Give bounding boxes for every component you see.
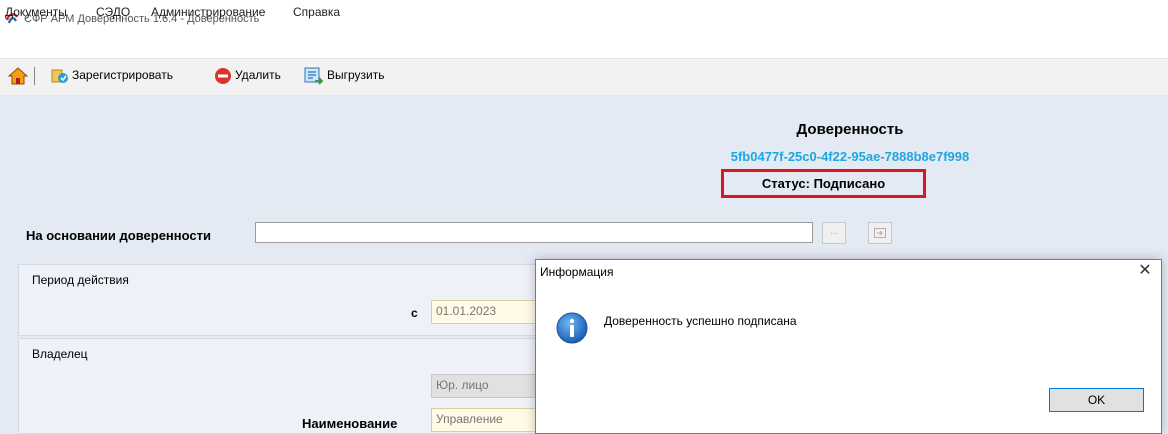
document-title: Доверенность [796, 121, 904, 138]
delete-button[interactable]: Удалить [235, 68, 281, 82]
dialog-ok-button[interactable]: OK [1049, 388, 1144, 412]
date-from-label: с [411, 306, 418, 320]
basis-input[interactable] [255, 222, 813, 243]
dialog-message: Доверенность успешно подписана [604, 314, 797, 328]
delete-icon[interactable] [214, 67, 232, 85]
owner-header: Владелец [32, 347, 88, 361]
basis-open-button[interactable] [868, 222, 892, 244]
status-label: Статус: Подписано [761, 176, 886, 191]
info-icon [556, 312, 588, 344]
toolbar-separator [34, 67, 35, 85]
open-icon [874, 228, 886, 238]
menu-sedo[interactable]: СЭДО [96, 5, 130, 19]
document-guid: 5fb0477f-25c0-4f22-95ae-7888b8e7f998 [730, 149, 970, 164]
dialog-close-icon[interactable]: ✕ [1134, 260, 1156, 282]
basis-browse-button[interactable]: ... [822, 222, 846, 244]
basis-label: На основании доверенности [26, 228, 211, 243]
export-icon[interactable] [304, 66, 324, 86]
menu-bar [0, 34, 1168, 58]
owner-name-label: Наименование [302, 416, 398, 431]
register-button[interactable]: Зарегистрировать [72, 68, 173, 82]
owner-name-field[interactable]: Управление [431, 408, 551, 432]
menu-administration[interactable]: Администрирование [151, 5, 265, 19]
toolbar [0, 58, 1168, 96]
export-button[interactable]: Выгрузить [327, 68, 385, 82]
home-icon[interactable] [8, 66, 28, 86]
register-icon[interactable] [51, 67, 69, 85]
menu-help[interactable]: Справка [293, 5, 340, 19]
menu-documents[interactable]: Документы [5, 5, 67, 19]
dialog-title: Информация [540, 265, 614, 279]
owner-type-field[interactable]: Юр. лицо [431, 374, 551, 398]
validity-header: Период действия [32, 273, 129, 287]
date-from-field[interactable]: 01.01.2023 [431, 300, 551, 324]
